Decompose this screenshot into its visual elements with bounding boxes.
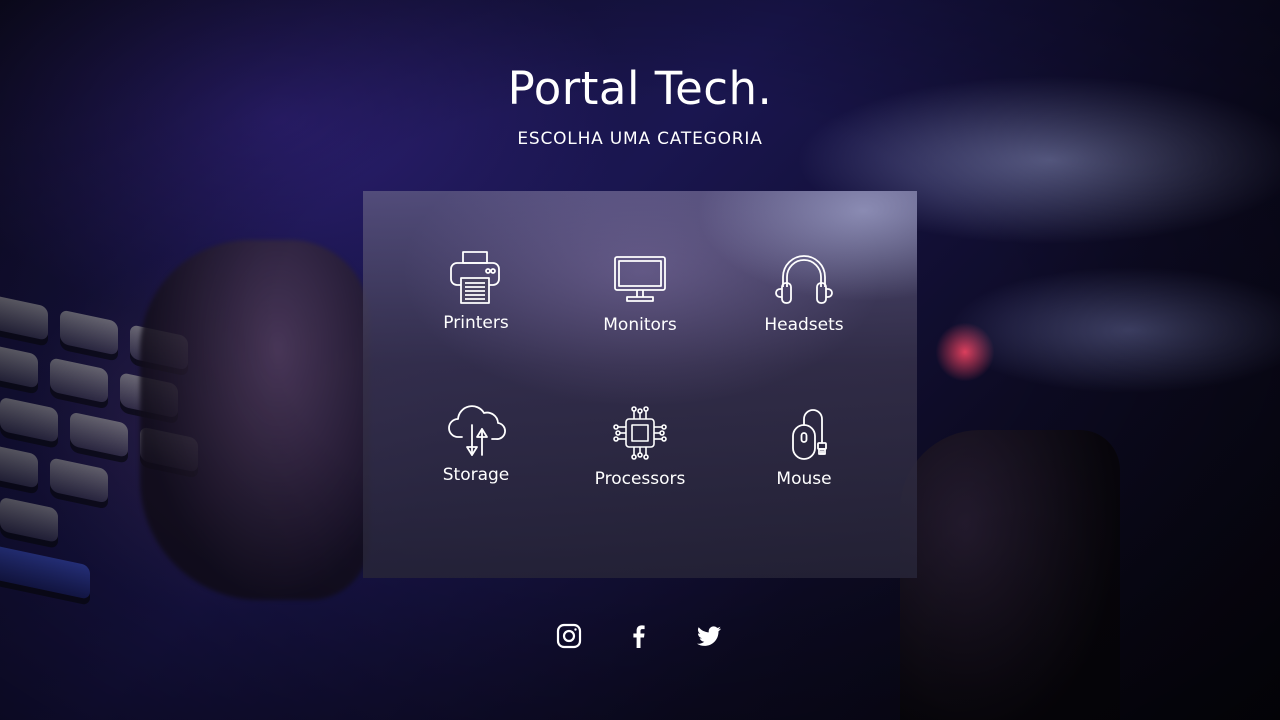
category-label: Processors [594,469,686,489]
category-monitors[interactable]: Monitors [565,249,715,335]
category-printers[interactable]: Printers [401,247,551,333]
monitor-icon [614,256,666,302]
category-label: Storage [442,465,510,485]
headset-icon [775,255,833,304]
processor-icon [613,406,667,460]
instagram-icon [556,623,582,649]
social-links [0,621,1280,651]
facebook-icon [633,625,645,648]
cloud-storage-icon [448,405,506,456]
category-label: Headsets [764,315,844,335]
background-photo: Portal Tech. ESCOLHA UMA CATEGORIA Print… [0,0,1280,720]
category-label: Printers [443,313,509,333]
facebook-link[interactable] [624,621,654,651]
page-title: Portal Tech. [507,62,773,115]
instagram-link[interactable] [554,621,584,651]
mouse-icon [792,409,827,460]
twitter-link[interactable] [694,621,724,651]
category-panel: Printers Monitors Headsets Storage Proce… [363,191,917,578]
category-processors[interactable]: Processors [565,403,715,489]
category-storage[interactable]: Storage [401,399,551,485]
category-label: Mouse [776,469,832,489]
category-headsets[interactable]: Headsets [729,249,879,335]
page-subtitle: ESCOLHA UMA CATEGORIA [517,129,763,149]
category-grid: Printers Monitors Headsets Storage Proce… [363,191,917,578]
category-mouse[interactable]: Mouse [729,403,879,489]
category-label: Monitors [603,315,677,335]
twitter-icon [697,626,721,646]
printer-icon [450,251,500,304]
